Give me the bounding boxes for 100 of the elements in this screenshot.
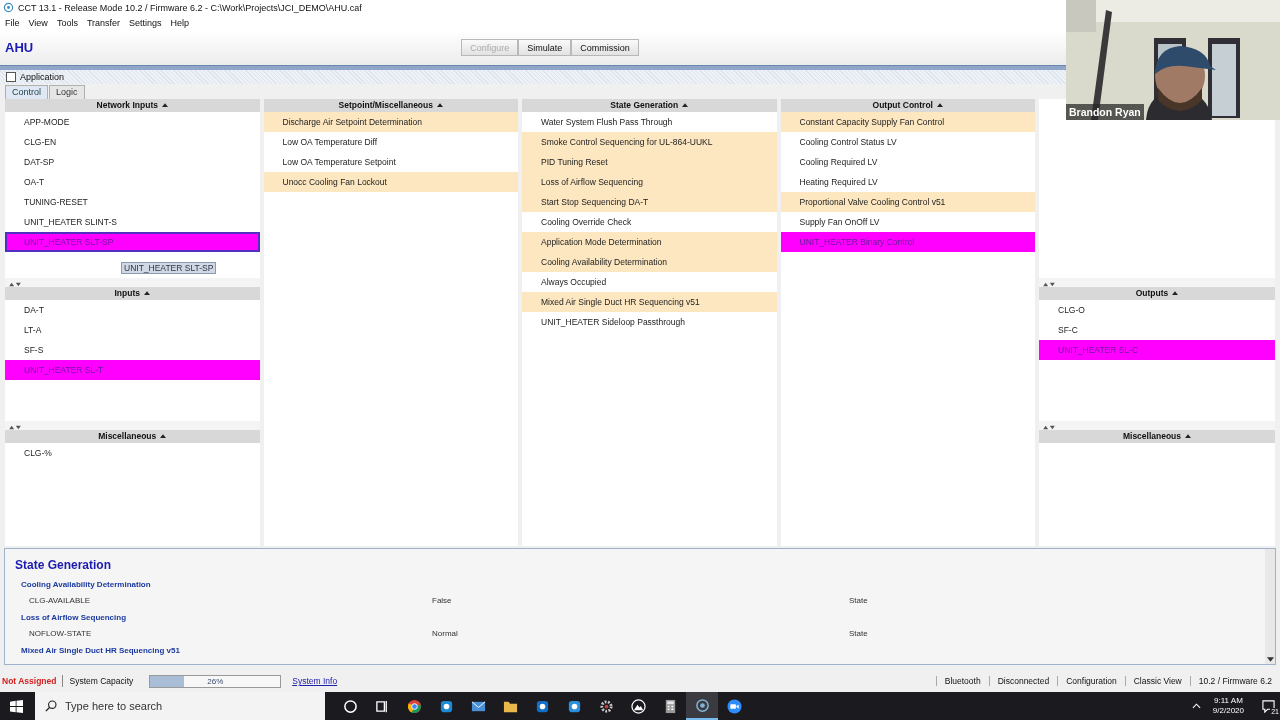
sort-icon[interactable] [682, 103, 689, 108]
splitter-arrows-icon[interactable] [1042, 424, 1056, 430]
toolbar-button[interactable]: Simulate [518, 39, 572, 57]
list-item[interactable]: Heating Required LV [780, 171, 1035, 192]
point-name: NOFLOW-STATE [29, 628, 93, 641]
list-item[interactable]: Cooling Required LV [780, 151, 1035, 172]
list-item[interactable]: Cooling Override Check [522, 211, 777, 232]
column-header[interactable]: Output Control [780, 98, 1035, 112]
list-item[interactable]: Proportional Valve Cooling Control v51 [780, 191, 1035, 212]
list-item[interactable]: Constant Capacity Supply Fan Control [780, 111, 1035, 132]
sort-icon[interactable] [936, 103, 943, 108]
list-item[interactable]: CLG-O [1039, 299, 1275, 320]
list-item[interactable]: OA-T [5, 171, 260, 192]
menu-item[interactable]: View [28, 18, 48, 29]
status-field: Configuration [1057, 676, 1125, 687]
list-item[interactable]: APP-MODE [5, 111, 260, 132]
list-item[interactable]: Cooling Availability Determination [522, 251, 777, 272]
sort-icon[interactable] [437, 103, 443, 108]
list-item[interactable]: Supply Fan OnOff LV [780, 211, 1035, 232]
task-view-icon [374, 698, 390, 714]
column-title: Output Control [872, 100, 933, 111]
list-item[interactable]: CLG-EN [5, 131, 260, 152]
menu-item[interactable]: Transfer [86, 18, 121, 29]
sort-icon[interactable] [1185, 434, 1192, 439]
splitter-arrows-icon[interactable] [8, 424, 22, 430]
mountain-icon [630, 698, 646, 714]
column-header[interactable]: State Generation [522, 98, 777, 112]
list-item[interactable]: Unocc Cooling Fan Lockout [263, 171, 518, 192]
column-title: Inputs [114, 288, 140, 299]
list-item[interactable]: UNIT_HEATER Sideloop Passthrough [522, 311, 777, 332]
menu-item[interactable]: Help [170, 18, 190, 29]
list-item[interactable]: TUNING-RESET [5, 191, 260, 212]
status-field: Disconnected [988, 676, 1058, 687]
list-item[interactable]: Cooling Control Status LV [780, 131, 1035, 152]
list-item[interactable]: CLG-% [5, 442, 260, 463]
splitter-arrows-icon[interactable] [8, 281, 22, 287]
details-title: State Generation [15, 558, 113, 575]
tab[interactable]: Logic [49, 84, 85, 99]
sort-icon[interactable] [160, 434, 167, 439]
scrollbar[interactable] [1265, 549, 1275, 665]
list-item[interactable]: LT-A [5, 319, 260, 340]
list-item[interactable]: Application Mode Determination [522, 231, 777, 252]
search-icon [45, 700, 57, 712]
window-title: CCT 13.1 - Release Mode 10.2 / Firmware 6.2 - C:\Work\Projects\JCI_DEMO\AHU.caf [18, 3, 362, 13]
list-item[interactable]: UNIT_HEATER SLINT-S [5, 211, 260, 232]
progress-reading: 26% [206, 675, 225, 687]
sort-icon[interactable] [144, 291, 150, 296]
list-item[interactable]: SF-C [1039, 319, 1275, 340]
list-item[interactable]: Discharge Air Setpoint Determination [263, 111, 518, 132]
list-item[interactable]: Low OA Temperature Diff [263, 131, 518, 152]
windows-start-icon[interactable] [10, 699, 23, 713]
point-name: CLG-AVAILABLE [29, 595, 92, 608]
toolbar-button[interactable]: Commission [571, 39, 639, 57]
clock-date[interactable]: 9/2/2020 [1212, 706, 1244, 716]
system-info-link[interactable]: System Info [292, 676, 338, 687]
browser-icon [406, 698, 422, 714]
splitter-arrows-icon[interactable] [1042, 281, 1056, 287]
app-icon [566, 698, 582, 714]
point-type: State [849, 595, 869, 608]
column-title: Miscellaneous [98, 431, 157, 442]
column-header[interactable]: Network Inputs [5, 98, 260, 112]
column-title: Miscellaneous [1122, 431, 1182, 442]
column-title: Setpoint/Miscellaneous [338, 100, 433, 111]
list-item[interactable]: DAT-SP [5, 151, 260, 172]
menu-item[interactable]: Settings [129, 18, 162, 29]
menu-item[interactable]: Tools [56, 18, 78, 29]
list-item[interactable]: Always Occupied [522, 271, 777, 292]
app-icon [438, 698, 454, 714]
app-icon [694, 697, 710, 713]
scroll-down-icon[interactable] [1266, 657, 1274, 663]
status-text: Not Assigned [2, 676, 57, 687]
point-value: Normal [432, 628, 459, 641]
gear-icon [598, 698, 614, 714]
sort-icon[interactable] [1172, 291, 1179, 296]
app-logo-icon [3, 2, 14, 14]
list-item[interactable]: Start Stop Sequencing DA-T [522, 191, 777, 212]
chevron-up-icon[interactable] [1191, 703, 1201, 709]
group-heading: Cooling Availability Determination [20, 579, 152, 592]
list-item[interactable]: Smoke Control Sequencing for UL-864-UUKL [522, 131, 777, 152]
checkbox[interactable] [6, 71, 16, 82]
group-heading: Loss of Airflow Sequencing [20, 612, 128, 625]
tooltip: UNIT_HEATER SLT-SP [121, 261, 217, 274]
clock-time[interactable]: 9:11 AM [1214, 696, 1243, 706]
list-item[interactable]: Water System Flush Pass Through [522, 111, 777, 132]
column-title: Outputs [1135, 288, 1169, 299]
status-field: Bluetooth [935, 676, 989, 687]
menu-item[interactable]: File [5, 18, 20, 29]
search-field[interactable]: Type here to search [35, 692, 325, 720]
circle-icon [342, 698, 358, 714]
sort-icon[interactable] [161, 103, 168, 108]
list-item[interactable]: Low OA Temperature Setpoint [263, 151, 518, 172]
page-title: AHU [5, 40, 34, 56]
list-item[interactable]: PID Tuning Reset [522, 151, 777, 172]
list-item[interactable]: Loss of Airflow Sequencing [522, 171, 777, 192]
participant-name: Brandon Ryan [1066, 104, 1144, 120]
list-item[interactable]: DA-T [5, 299, 260, 320]
list-item[interactable]: Mixed Air Single Duct HR Sequencing v51 [522, 291, 777, 312]
tab[interactable]: Control [5, 84, 48, 99]
column-header[interactable]: Setpoint/Miscellaneous [263, 98, 518, 112]
list-item[interactable]: SF-S [5, 339, 260, 360]
